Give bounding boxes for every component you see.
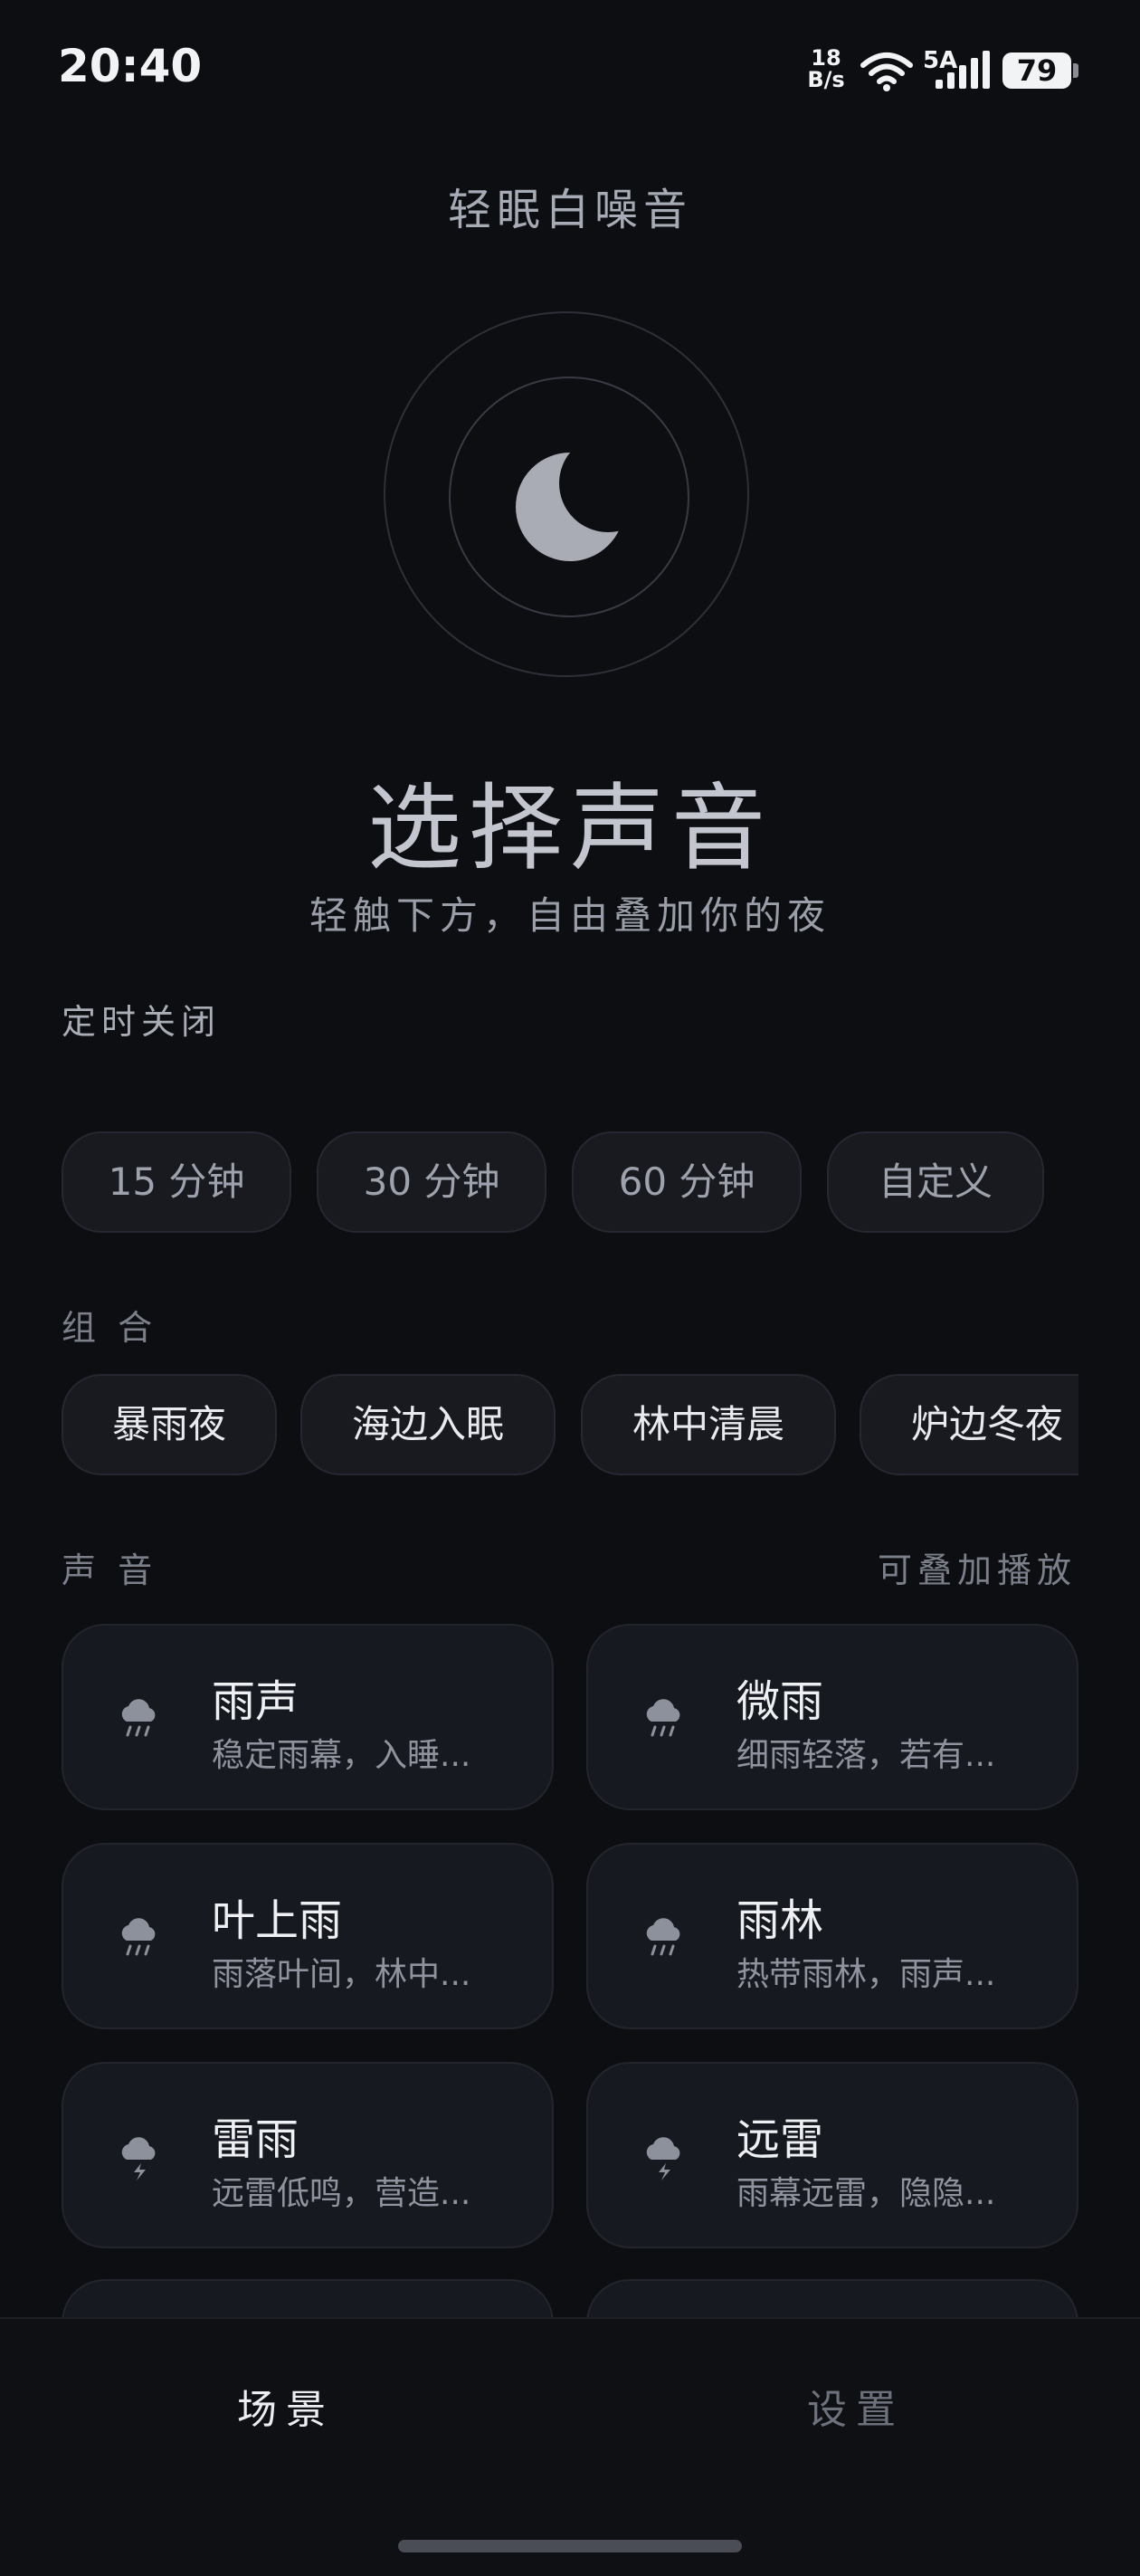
sound-name: 雷雨 [212, 2114, 299, 2165]
rain-cloud-icon [121, 1918, 156, 1956]
sound-card-leaf-rain[interactable]: 叶上雨 雨落叶间，林中... [62, 1843, 554, 2029]
sound-card-partial[interactable] [586, 2279, 1078, 2317]
thunder-cloud-icon [646, 2137, 680, 2180]
sound-desc: 热带雨林，雨声... [736, 1956, 996, 1993]
sound-name: 叶上雨 [212, 1895, 343, 1946]
sound-desc: 远雷低鸣，营造... [212, 2175, 471, 2212]
sound-name: 远雷 [736, 2114, 824, 2165]
sound-card-partial[interactable] [62, 2279, 554, 2317]
sound-name: 雨声 [212, 1676, 299, 1727]
sound-desc: 雨幕远雷，隐隐... [736, 2175, 996, 2212]
sound-name: 微雨 [736, 1676, 824, 1727]
sound-card-rain[interactable]: 雨声 稳定雨幕，入睡... [62, 1624, 554, 1810]
home-indicator[interactable] [398, 2540, 742, 2552]
thunder-cloud-icon [121, 2137, 156, 2180]
sound-card-drizzle[interactable]: 微雨 细雨轻落，若有... [586, 1624, 1078, 1810]
tab-settings[interactable]: 设置 [807, 2377, 905, 2435]
sound-name: 雨林 [736, 1895, 824, 1946]
rain-cloud-icon [646, 1699, 680, 1737]
sound-desc: 雨落叶间，林中... [212, 1956, 471, 1993]
sound-card-rainforest[interactable]: 雨林 热带雨林，雨声... [586, 1843, 1078, 2029]
sound-desc: 稳定雨幕，入睡... [212, 1737, 471, 1774]
sound-card-thunderstorm[interactable]: 雷雨 远雷低鸣，营造... [62, 2062, 554, 2248]
tab-scene[interactable]: 场景 [237, 2377, 335, 2435]
sound-card-distant-thunder[interactable]: 远雷 雨幕远雷，隐隐... [586, 2062, 1078, 2248]
sound-desc: 细雨轻落，若有... [736, 1737, 996, 1774]
rain-cloud-icon [646, 1918, 680, 1956]
sound-grid: 雨声 稳定雨幕，入睡... 微雨 细雨轻落，若有... 叶上雨 雨落叶间，林中.… [0, 0, 1140, 2317]
bottom-tab-bar [0, 2317, 1140, 2576]
rain-cloud-icon [121, 1699, 156, 1737]
